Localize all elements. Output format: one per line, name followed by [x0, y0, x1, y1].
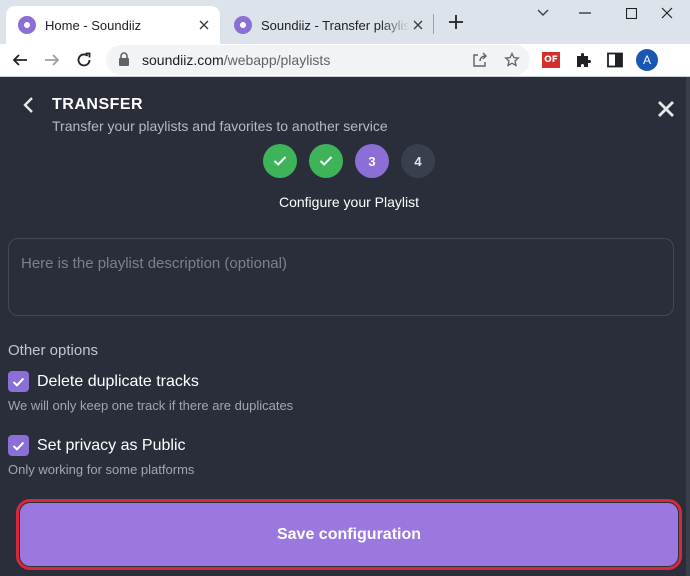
check-icon — [319, 156, 333, 166]
tab-soundiiz-transfer[interactable]: Soundiiz - Transfer playlists and — [222, 6, 434, 44]
step-title: Configure your Playlist — [278, 194, 420, 210]
reload-icon[interactable] — [72, 48, 96, 72]
checkmark-icon — [12, 441, 25, 451]
delete-duplicates-checkbox[interactable] — [8, 371, 29, 392]
privacy-public-option[interactable]: Set privacy as Public — [8, 435, 186, 456]
url-path: /webapp/playlists — [223, 52, 331, 68]
minimize-icon[interactable] — [562, 2, 608, 24]
extensions-puzzle-icon[interactable] — [571, 48, 595, 72]
step-3-current: 3 — [355, 144, 389, 178]
privacy-public-help: Only working for some platforms — [8, 462, 195, 477]
back-arrow-icon[interactable] — [8, 48, 32, 72]
soundiiz-favicon-icon — [234, 16, 252, 34]
close-icon[interactable] — [656, 99, 676, 119]
tab-title: Home - Soundiiz — [45, 17, 142, 33]
tab-separator — [433, 14, 434, 34]
step-1-complete — [263, 144, 297, 178]
checkmark-icon — [12, 377, 25, 387]
side-panel-icon[interactable] — [603, 48, 627, 72]
address-bar[interactable]: soundiiz.com/webapp/playlists — [106, 45, 530, 75]
save-configuration-button[interactable]: Save configuration — [20, 503, 678, 566]
delete-duplicates-help: We will only keep one track if there are… — [8, 398, 294, 413]
url-text[interactable]: soundiiz.com/webapp/playlists — [142, 52, 330, 68]
url-host: soundiiz.com — [142, 52, 224, 68]
check-icon — [273, 156, 287, 166]
transfer-panel: TRANSFER Transfer your playlists and fav… — [0, 77, 690, 576]
save-button-highlight: Save configuration — [16, 499, 682, 570]
step-4-pending: 4 — [401, 144, 435, 178]
privacy-public-label[interactable]: Set privacy as Public — [37, 437, 186, 455]
scrollbar[interactable] — [686, 77, 690, 576]
browser-toolbar: soundiiz.com/webapp/playlists OF A — [0, 44, 690, 76]
browser-tab-strip: Home - Soundiiz Soundiiz - Transfer play… — [0, 0, 690, 44]
tab-home-soundiiz[interactable]: Home - Soundiiz — [6, 6, 220, 44]
step-2-complete — [309, 144, 343, 178]
back-chevron-icon[interactable] — [20, 96, 38, 114]
page-subtitle: Transfer your playlists and favorites to… — [52, 118, 388, 134]
of-extension-icon[interactable]: OF — [539, 48, 563, 72]
privacy-public-checkbox[interactable] — [8, 435, 29, 456]
soundiiz-favicon-icon — [18, 16, 36, 34]
lock-icon[interactable] — [118, 52, 130, 72]
playlist-description-field[interactable] — [8, 238, 674, 316]
delete-duplicates-label[interactable]: Delete duplicate tracks — [37, 373, 199, 391]
profile-avatar[interactable]: A — [635, 48, 659, 72]
page-title: TRANSFER — [52, 96, 144, 113]
share-icon[interactable] — [470, 50, 490, 70]
forward-arrow-icon[interactable] — [40, 48, 64, 72]
close-tab-icon[interactable] — [196, 17, 212, 33]
close-tab-icon[interactable] — [410, 17, 426, 33]
new-tab-plus-icon[interactable] — [446, 12, 466, 32]
tab-search-chevron-icon[interactable] — [520, 2, 566, 24]
other-options-heading: Other options — [8, 342, 99, 359]
tab-title: Soundiiz - Transfer playlists and — [261, 17, 410, 33]
delete-duplicates-option[interactable]: Delete duplicate tracks — [8, 371, 199, 392]
bookmark-star-icon[interactable] — [502, 50, 522, 70]
window-close-icon[interactable] — [644, 2, 690, 24]
